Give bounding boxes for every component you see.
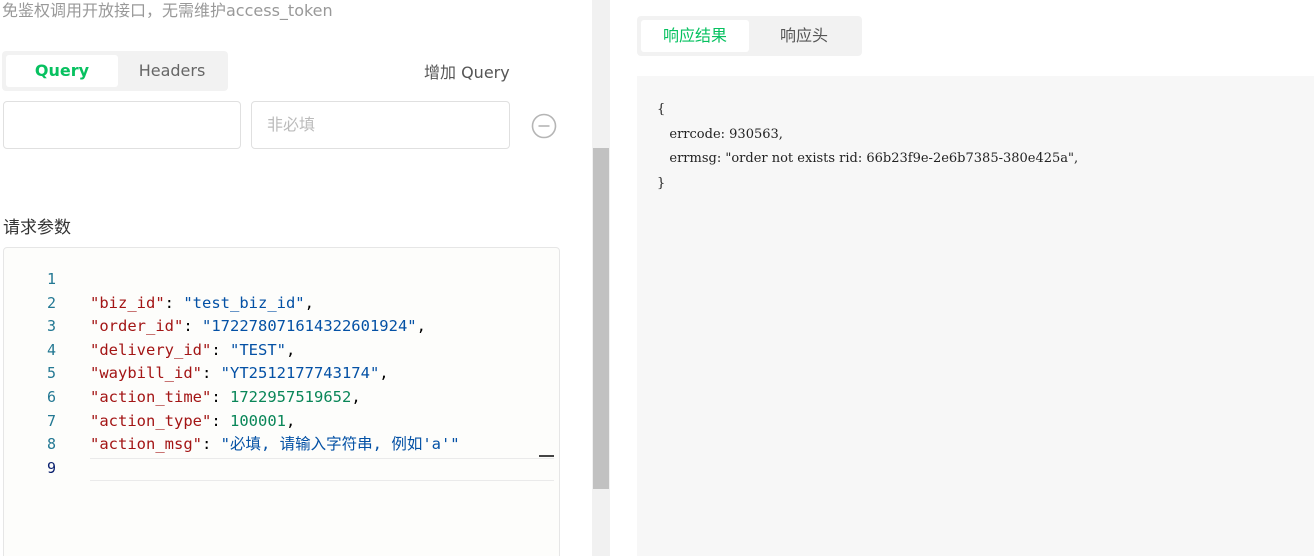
query-key-input[interactable] bbox=[3, 101, 241, 149]
response-tabs: 响应结果 响应头 bbox=[637, 16, 862, 56]
json-separator: : bbox=[201, 435, 221, 454]
json-value: "TEST" bbox=[230, 340, 286, 359]
json-key: "delivery_id" bbox=[90, 340, 212, 359]
json-key: "action_time" bbox=[90, 387, 212, 406]
json-value: 1722957519652 bbox=[230, 387, 352, 406]
api-description: 免鉴权调用开放接口，无需维护access_token bbox=[2, 1, 333, 20]
text-cursor bbox=[539, 455, 554, 457]
response-panel: 响应结果 响应头 { errcode: 930563, errmsg: "ord… bbox=[610, 0, 1314, 556]
line-number: 3 bbox=[46, 317, 56, 336]
remove-circle-icon[interactable] bbox=[531, 113, 557, 139]
line-number: 7 bbox=[46, 411, 56, 430]
json-comma: , bbox=[304, 293, 314, 312]
line-number: 5 bbox=[46, 364, 56, 383]
add-query-button[interactable]: 增加 Query bbox=[424, 59, 510, 83]
line-number: 2 bbox=[46, 293, 56, 312]
tab-response-result[interactable]: 响应结果 bbox=[641, 20, 749, 52]
line-number: 8 bbox=[46, 435, 56, 454]
code-line: "delivery_id": "TEST", bbox=[90, 339, 559, 363]
tab-query[interactable]: Query bbox=[6, 55, 118, 87]
json-comma: , bbox=[416, 317, 426, 336]
json-value: "YT2512177743174" bbox=[220, 364, 380, 383]
code-line: "order_id": "172278071614322601924", bbox=[90, 315, 559, 339]
param-tabs: Query Headers bbox=[2, 51, 228, 91]
json-comma: , bbox=[286, 340, 296, 359]
line-number: 4 bbox=[46, 340, 56, 359]
json-key: "action_msg" bbox=[90, 435, 202, 454]
query-value-input[interactable]: 非必填 bbox=[251, 101, 510, 149]
request-params-title: 请求参数 bbox=[3, 218, 71, 238]
line-number-gutter: 1 2 3 4 5 6 7 8 9 bbox=[4, 268, 64, 480]
response-body: { errcode: 930563, errmsg: "order not ex… bbox=[637, 76, 1314, 556]
json-comma: , bbox=[351, 387, 361, 406]
code-line: "action_msg": "必填, 请输入字符串, 例如'a'" bbox=[90, 433, 559, 457]
json-key: "order_id" bbox=[90, 317, 184, 336]
json-key: "biz_id" bbox=[90, 293, 165, 312]
json-comma: , bbox=[286, 411, 296, 430]
code-content[interactable]: "biz_id": "test_biz_id", "order_id": "17… bbox=[90, 268, 559, 481]
json-separator: : bbox=[164, 293, 184, 312]
response-json: { errcode: 930563, errmsg: "order not ex… bbox=[657, 98, 1078, 196]
response-line: errmsg: "order not exists rid: 66b23f9e-… bbox=[657, 151, 1079, 166]
line-number: 1 bbox=[46, 270, 56, 288]
json-value: 100001 bbox=[230, 411, 286, 430]
response-line: } bbox=[657, 175, 666, 191]
scrollbar-thumb[interactable] bbox=[593, 148, 609, 489]
request-panel: 免鉴权调用开放接口，无需维护access_token Query Headers… bbox=[0, 0, 592, 556]
json-key: "waybill_id" bbox=[90, 364, 202, 383]
json-separator: : bbox=[183, 317, 202, 336]
line-number: 6 bbox=[46, 387, 56, 406]
json-separator: : bbox=[211, 411, 230, 430]
line-number: 9 bbox=[46, 458, 56, 477]
response-line: { bbox=[657, 102, 666, 117]
json-separator: : bbox=[211, 387, 230, 406]
code-line: "action_time": 1722957519652, bbox=[90, 386, 559, 410]
json-key: "action_type" bbox=[90, 411, 212, 430]
code-line: "biz_id": "test_biz_id", bbox=[90, 292, 559, 316]
json-value: "172278071614322601924" bbox=[202, 317, 417, 336]
json-comma: , bbox=[379, 364, 389, 383]
response-line: errcode: 930563, bbox=[657, 126, 783, 142]
json-value: "test_biz_id" bbox=[183, 293, 305, 312]
code-line: "action_type": 100001, bbox=[90, 410, 559, 434]
code-editor[interactable]: 1 2 3 4 5 6 7 8 9 "biz_id": "test_biz_id… bbox=[3, 247, 560, 556]
json-separator: : bbox=[211, 340, 230, 359]
code-line: "waybill_id": "YT2512177743174", bbox=[90, 362, 559, 386]
tab-headers[interactable]: Headers bbox=[118, 55, 226, 87]
json-value: "必填, 请输入字符串, 例如'a'" bbox=[220, 435, 460, 454]
tab-response-headers[interactable]: 响应头 bbox=[749, 20, 859, 52]
json-separator: : bbox=[201, 364, 221, 383]
